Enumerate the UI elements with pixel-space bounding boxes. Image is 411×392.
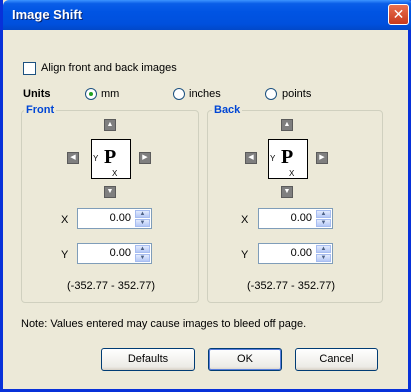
dialog-window: Image Shift ✕ Align front and back image… — [0, 0, 411, 392]
units-inches-radio[interactable] — [173, 88, 185, 100]
back-range-text: (-352.77 - 352.77) — [247, 280, 336, 292]
front-range-text: (-352.77 - 352.77) — [67, 280, 156, 292]
back-page-preview: P Y X — [268, 139, 308, 179]
back-x-label: X — [241, 214, 249, 226]
front-shift-down-button[interactable]: ▼ — [104, 186, 116, 198]
back-shift-right-button[interactable]: ▶ — [316, 152, 328, 164]
align-checkbox[interactable] — [23, 62, 36, 75]
units-points-label[interactable]: points — [282, 88, 311, 100]
front-y-up-icon[interactable]: ▲ — [135, 245, 150, 253]
title-bar[interactable]: Image Shift ✕ — [3, 0, 411, 30]
front-x-down-icon[interactable]: ▼ — [135, 219, 150, 227]
close-button[interactable]: ✕ — [388, 4, 409, 25]
front-shift-up-button[interactable]: ▲ — [104, 119, 116, 131]
front-shift-right-button[interactable]: ▶ — [139, 152, 151, 164]
units-mm-radio[interactable] — [85, 88, 97, 100]
front-x-label: X — [61, 214, 69, 226]
front-y-down-icon[interactable]: ▼ — [135, 254, 150, 262]
back-x-spinner[interactable]: 0.00 ▲ ▼ — [258, 208, 333, 229]
back-shift-up-button[interactable]: ▲ — [281, 119, 293, 131]
front-y-spinner[interactable]: 0.00 ▲ ▼ — [77, 243, 152, 264]
front-axis-x: X — [112, 169, 118, 178]
front-x-up-icon[interactable]: ▲ — [135, 210, 150, 218]
ok-button[interactable]: OK — [208, 348, 282, 371]
front-y-label: Y — [61, 249, 69, 261]
front-x-value[interactable]: 0.00 — [110, 212, 131, 224]
back-page-letter: P — [281, 146, 294, 168]
back-y-up-icon[interactable]: ▲ — [316, 245, 331, 253]
bleed-note: Note: Values entered may cause images to… — [21, 318, 307, 330]
front-x-spinner[interactable]: 0.00 ▲ ▼ — [77, 208, 152, 229]
front-y-value[interactable]: 0.00 — [110, 247, 131, 259]
front-group-label: Front — [24, 104, 57, 116]
front-page-letter: P — [104, 146, 117, 168]
dialog-title: Image Shift — [12, 7, 83, 22]
align-checkbox-label[interactable]: Align front and back images — [41, 62, 177, 74]
back-x-up-icon[interactable]: ▲ — [316, 210, 331, 218]
front-axis-y: Y — [93, 154, 99, 163]
back-shift-left-button[interactable]: ◀ — [245, 152, 257, 164]
defaults-button[interactable]: Defaults — [101, 348, 195, 371]
back-group-label: Back — [212, 104, 243, 116]
units-points-radio[interactable] — [265, 88, 277, 100]
front-page-preview: P Y X — [91, 139, 131, 179]
back-y-label: Y — [241, 249, 249, 261]
back-shift-down-button[interactable]: ▼ — [281, 186, 293, 198]
back-y-spinner[interactable]: 0.00 ▲ ▼ — [258, 243, 333, 264]
back-axis-x: X — [289, 169, 295, 178]
back-x-value[interactable]: 0.00 — [291, 212, 312, 224]
units-inches-label[interactable]: inches — [189, 88, 221, 100]
cancel-button[interactable]: Cancel — [295, 348, 378, 371]
units-label: Units — [23, 88, 51, 100]
back-y-value[interactable]: 0.00 — [291, 247, 312, 259]
back-axis-y: Y — [270, 154, 276, 163]
front-shift-left-button[interactable]: ◀ — [67, 152, 79, 164]
units-mm-label[interactable]: mm — [101, 88, 119, 100]
back-y-down-icon[interactable]: ▼ — [316, 254, 331, 262]
back-x-down-icon[interactable]: ▼ — [316, 219, 331, 227]
